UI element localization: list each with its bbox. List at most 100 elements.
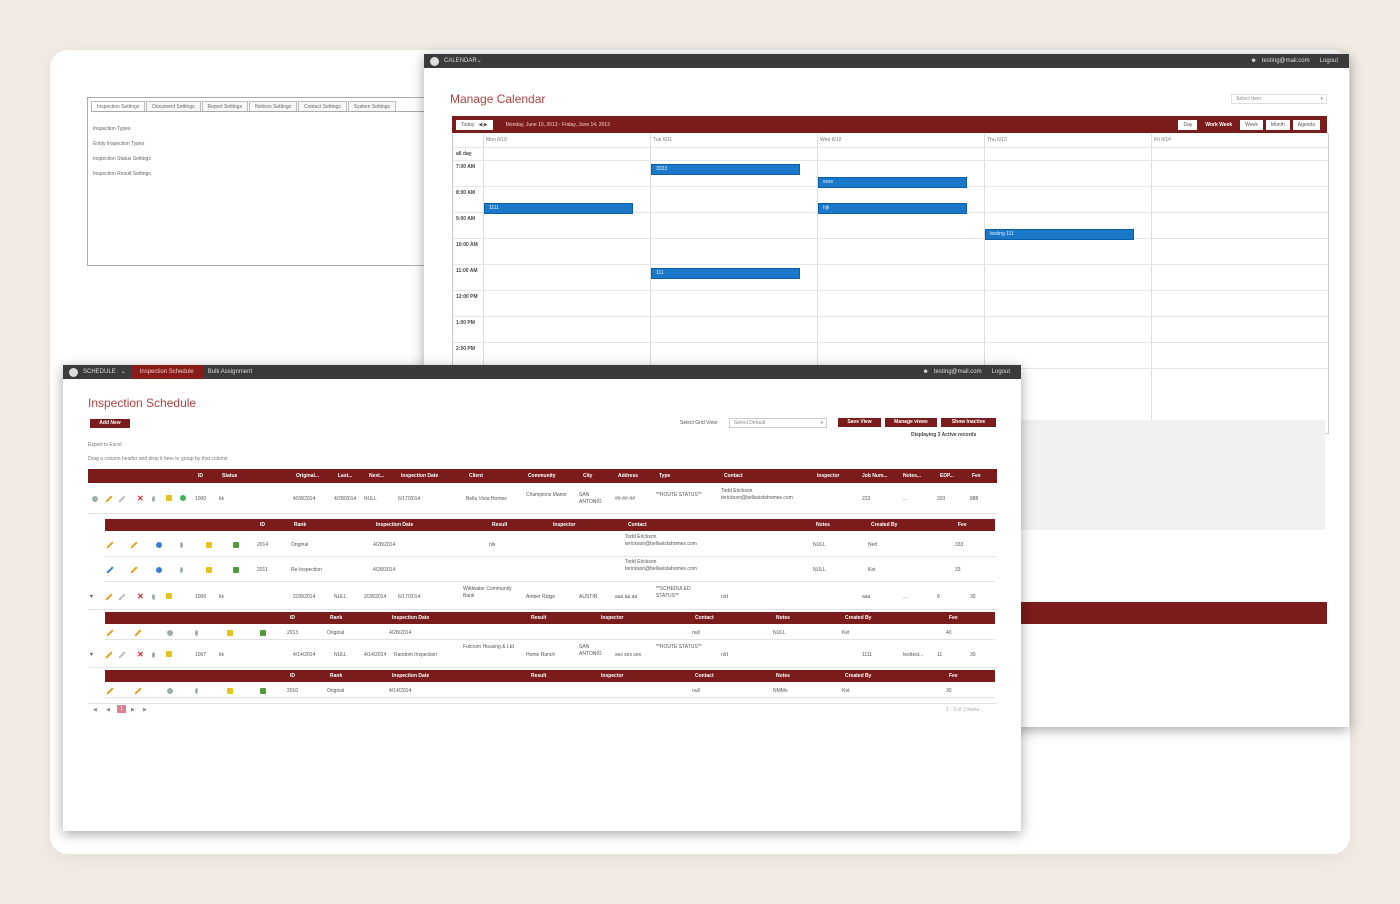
- edit-icon[interactable]: [105, 651, 113, 659]
- settings-icon[interactable]: [167, 630, 173, 636]
- note-icon[interactable]: [206, 567, 212, 573]
- subgrid-row[interactable]: 2013 Original 4/28/2014 null NULL Ket 40: [105, 626, 995, 640]
- column-header[interactable]: ID: [290, 670, 295, 682]
- column-header[interactable]: Fee: [949, 670, 958, 682]
- item-select[interactable]: Select Item ▾: [1231, 94, 1327, 104]
- schedule-app-menu[interactable]: SCHEDULE: [83, 365, 116, 379]
- subgrid-row[interactable]: 2011 Re-Inspection 4/28/2014 Todd Ericks…: [105, 558, 995, 582]
- pencil-icon[interactable]: [118, 651, 126, 659]
- logout-link[interactable]: Logout: [987, 365, 1015, 379]
- column-header[interactable]: Notes...: [903, 469, 921, 483]
- add-icon[interactable]: [180, 495, 186, 501]
- column-header[interactable]: Result: [492, 519, 507, 531]
- column-header[interactable]: Created By: [871, 519, 897, 531]
- note-icon[interactable]: [166, 593, 172, 599]
- pencil-icon[interactable]: [130, 566, 138, 574]
- expand-icon[interactable]: ▾: [90, 590, 93, 604]
- add-new-button[interactable]: Add New: [90, 419, 130, 428]
- prev-icon[interactable]: ◀: [479, 122, 483, 128]
- column-header[interactable]: Last...: [338, 469, 352, 483]
- column-header[interactable]: Rank: [294, 519, 306, 531]
- note-icon[interactable]: [166, 495, 172, 501]
- column-header[interactable]: Original...: [296, 469, 319, 483]
- column-header[interactable]: Notes: [776, 612, 790, 624]
- delete-icon[interactable]: ✕: [137, 590, 144, 604]
- column-header[interactable]: City: [583, 469, 592, 483]
- column-header[interactable]: Inspector: [817, 469, 840, 483]
- next-page-icon[interactable]: ▶: [131, 707, 135, 713]
- settings-link-entity-types[interactable]: Entity Inspection Types: [93, 141, 151, 147]
- save-view-button[interactable]: Save View: [838, 418, 881, 427]
- column-header[interactable]: Community: [528, 469, 556, 483]
- last-page-icon[interactable]: ▶: [143, 707, 147, 713]
- calendar-app-menu[interactable]: CALENDAR: [444, 54, 477, 68]
- pencil-icon[interactable]: [118, 495, 126, 503]
- edit-icon[interactable]: [105, 495, 113, 503]
- calendar-event[interactable]: ssss: [818, 177, 967, 188]
- tab-system-settings[interactable]: System Settings: [347, 101, 396, 111]
- prev-page-icon[interactable]: ◀: [106, 707, 110, 713]
- note-icon[interactable]: [227, 630, 233, 636]
- column-header[interactable]: Inspector: [553, 519, 576, 531]
- view-month-button[interactable]: Month: [1265, 119, 1290, 130]
- column-header[interactable]: Address: [618, 469, 638, 483]
- column-header[interactable]: Created By: [845, 670, 871, 682]
- chart-icon[interactable]: [260, 630, 266, 636]
- info-icon[interactable]: [152, 594, 155, 600]
- column-header[interactable]: Contact: [695, 670, 714, 682]
- settings-icon[interactable]: [167, 688, 173, 694]
- view-agenda-button[interactable]: Agenda: [1292, 119, 1320, 130]
- pencil-icon[interactable]: [130, 541, 138, 549]
- page-number[interactable]: 1: [117, 705, 126, 713]
- tab-bulk-assignment[interactable]: Bulk Assignment: [203, 365, 257, 379]
- calendar-event[interactable]: 1111: [484, 203, 633, 214]
- expand-icon[interactable]: ▾: [90, 648, 93, 662]
- inspector-icon[interactable]: [156, 542, 162, 548]
- column-header[interactable]: ID: [290, 612, 295, 624]
- subgrid-row[interactable]: 2014 Original 4/28/2014 n/k Todd Erickso…: [105, 533, 995, 557]
- logout-link[interactable]: Logout: [1315, 54, 1343, 68]
- column-header[interactable]: EDP...: [940, 469, 954, 483]
- note-icon[interactable]: [206, 542, 212, 548]
- column-header[interactable]: Status: [222, 469, 237, 483]
- delete-icon[interactable]: ✕: [137, 492, 144, 506]
- edit-icon[interactable]: [106, 629, 114, 637]
- refresh-icon[interactable]: [92, 496, 98, 502]
- column-header[interactable]: Inspector: [601, 670, 624, 682]
- info-icon[interactable]: [180, 567, 183, 573]
- chart-icon[interactable]: [233, 542, 239, 548]
- tab-notices-settings[interactable]: Notices Settings: [248, 101, 298, 111]
- column-header[interactable]: Inspection Date: [392, 612, 429, 624]
- grid-view-select[interactable]: Select Default ▾: [729, 418, 827, 428]
- info-icon[interactable]: [195, 688, 198, 694]
- chevron-down-icon[interactable]: ⌄: [116, 365, 131, 379]
- today-button[interactable]: Today ◀ ▶: [456, 119, 493, 130]
- view-work-week-button[interactable]: Work Week: [1200, 119, 1238, 130]
- column-header[interactable]: Inspector: [601, 612, 624, 624]
- next-icon[interactable]: ▶: [484, 122, 488, 128]
- first-page-icon[interactable]: ◀: [93, 707, 97, 713]
- tab-document-settings[interactable]: Document Settings: [146, 101, 201, 111]
- calendar-event[interactable]: hjk: [818, 203, 967, 214]
- info-icon[interactable]: [152, 496, 155, 502]
- inspector-icon[interactable]: [156, 567, 162, 573]
- info-icon[interactable]: [180, 542, 183, 548]
- column-header[interactable]: Result: [531, 612, 546, 624]
- pencil-icon[interactable]: [134, 687, 142, 695]
- edit-icon[interactable]: [105, 593, 113, 601]
- pencil-icon[interactable]: [134, 629, 142, 637]
- edit-icon[interactable]: [106, 687, 114, 695]
- column-header[interactable]: Contact: [724, 469, 743, 483]
- tab-inspection-schedule[interactable]: Inspection Schedule: [130, 365, 203, 379]
- column-header[interactable]: Rank: [330, 670, 342, 682]
- column-header[interactable]: Fee: [958, 519, 967, 531]
- view-day-button[interactable]: Day: [1178, 119, 1198, 130]
- table-row[interactable]: ▾ ✕ 1007 kk 4/14/2014 NULL 4/14/2014 Ran…: [88, 642, 997, 668]
- column-header[interactable]: Inspection Date: [401, 469, 438, 483]
- note-icon[interactable]: [166, 651, 172, 657]
- pencil-icon[interactable]: [118, 593, 126, 601]
- column-header[interactable]: Client: [469, 469, 483, 483]
- delete-icon[interactable]: ✕: [137, 648, 144, 662]
- column-header[interactable]: Result: [531, 670, 546, 682]
- edit-icon[interactable]: [106, 566, 114, 574]
